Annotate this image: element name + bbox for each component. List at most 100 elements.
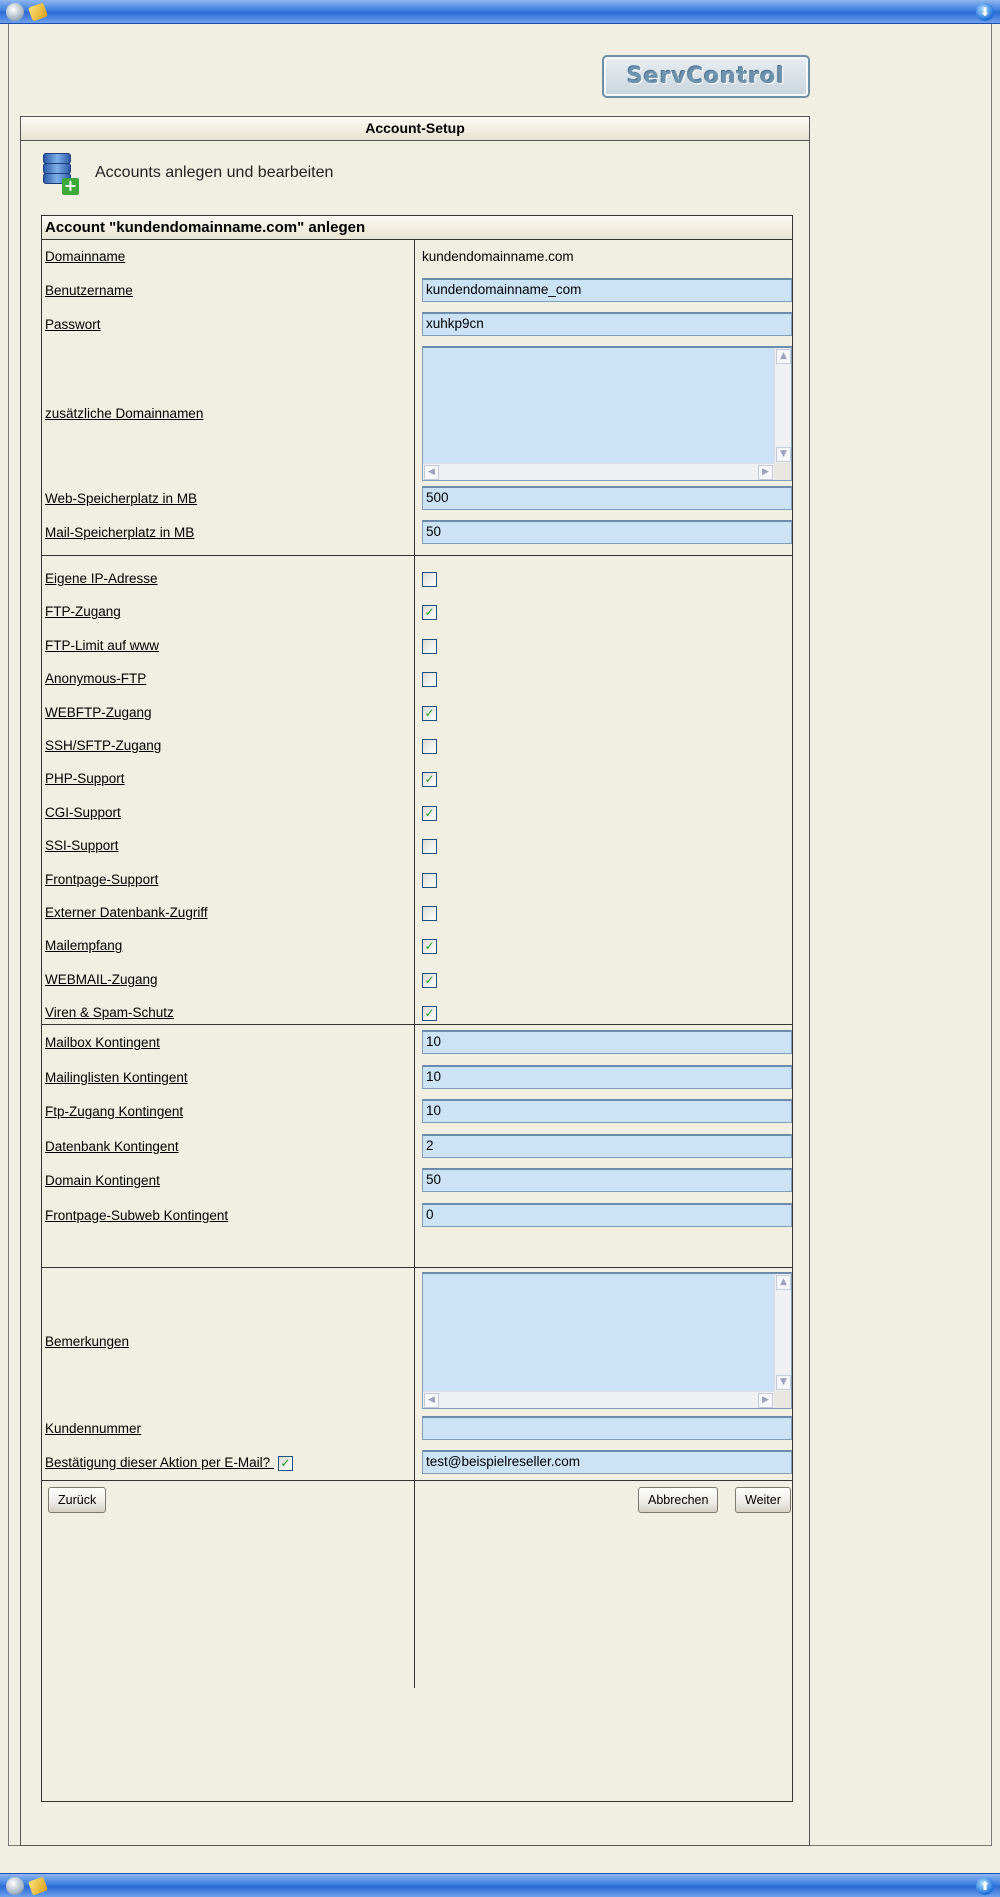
passwort-label[interactable]: Passwort xyxy=(45,317,101,332)
option-checkbox[interactable]: ✓ xyxy=(422,772,437,788)
scroll-up-icon[interactable]: ▲ xyxy=(776,349,791,364)
web-speicherplatz-label[interactable]: Web-Speicherplatz in MB xyxy=(45,491,197,506)
option-label[interactable]: Viren & Spam-Schutz xyxy=(45,1005,174,1020)
bottom-browser-bar: ⬆ xyxy=(0,1873,1000,1897)
account-form: Account "kundendomainname.com" anlegen D… xyxy=(41,215,793,1802)
next-button[interactable]: Weiter xyxy=(735,1487,791,1513)
scroll-left-icon[interactable]: ◀ xyxy=(424,465,439,480)
quota-input[interactable]: 2 xyxy=(422,1133,792,1158)
option-label[interactable]: WEBMAIL-Zugang xyxy=(45,972,158,987)
zusaetzliche-domainnamen-label[interactable]: zusätzliche Domainnamen xyxy=(45,406,203,421)
quota-label[interactable]: Frontpage-Subweb Kontingent xyxy=(45,1208,228,1223)
bemerkungen-textarea[interactable]: ▲ ▼ ◀ ▶ xyxy=(422,1272,792,1409)
column-divider xyxy=(414,556,415,1024)
tools-icon[interactable] xyxy=(28,1876,48,1896)
option-checkbox[interactable] xyxy=(422,638,437,654)
cancel-button[interactable]: Abbrechen xyxy=(638,1487,719,1513)
back-button[interactable]: Zurück xyxy=(48,1487,107,1513)
domainname-value: kundendomainname.com xyxy=(422,249,574,264)
scroll-up-icon[interactable]: ⬆ xyxy=(976,1877,994,1895)
account-setup-panel: Account-Setup + Accounts anlegen und bea… xyxy=(20,116,810,1846)
web-speicherplatz-input[interactable]: 500 xyxy=(422,486,792,510)
option-label[interactable]: CGI-Support xyxy=(45,805,121,820)
column-divider xyxy=(414,240,415,555)
quota-input[interactable]: 50 xyxy=(422,1168,792,1192)
domainname-label[interactable]: Domainname xyxy=(45,249,125,264)
option-checkbox[interactable]: ✓ xyxy=(422,705,437,721)
option-label[interactable]: WEBFTP-Zugang xyxy=(45,705,152,720)
scroll-right-icon[interactable]: ▶ xyxy=(758,465,773,480)
option-label[interactable]: FTP-Zugang xyxy=(45,604,121,619)
panel-title: Account-Setup xyxy=(21,117,809,141)
zusaetzliche-domainnamen-textarea[interactable]: ▲ ▼ ◀ ▶ xyxy=(422,346,792,481)
panel-subtitle: + Accounts anlegen und bearbeiten xyxy=(41,153,334,195)
bemerkungen-label[interactable]: Bemerkungen xyxy=(45,1334,129,1349)
scroll-corner xyxy=(774,1391,791,1408)
quota-label[interactable]: Mailbox Kontingent xyxy=(45,1035,160,1050)
kundennummer-input[interactable] xyxy=(422,1416,792,1440)
option-label[interactable]: PHP-Support xyxy=(45,771,125,786)
benutzername-input[interactable]: kundendomainname_com xyxy=(422,278,792,302)
section-divider xyxy=(42,1267,792,1268)
horizontal-scrollbar[interactable]: ◀ ▶ xyxy=(423,463,774,480)
horizontal-scrollbar[interactable]: ◀ ▶ xyxy=(423,1391,774,1408)
benutzername-label[interactable]: Benutzername xyxy=(45,283,133,298)
option-checkbox[interactable] xyxy=(422,739,437,754)
quota-input[interactable]: 10 xyxy=(422,1064,792,1089)
servcontrol-logo: ServControl xyxy=(602,55,810,98)
bestaetigung-text: Bestätigung dieser Aktion per E-Mail? xyxy=(45,1455,271,1470)
vertical-scrollbar[interactable]: ▲ ▼ xyxy=(774,348,791,463)
kundennummer-label[interactable]: Kundennummer xyxy=(45,1421,141,1436)
option-label[interactable]: SSH/SFTP-Zugang xyxy=(45,738,161,753)
scroll-right-icon[interactable]: ▶ xyxy=(758,1393,773,1408)
quota-input[interactable]: 10 xyxy=(422,1099,792,1123)
option-checkbox[interactable]: ✓ xyxy=(422,605,437,621)
mail-speicherplatz-label[interactable]: Mail-Speicherplatz in MB xyxy=(45,525,194,540)
tools-icon[interactable] xyxy=(28,2,48,22)
form-title: Account "kundendomainname.com" anlegen xyxy=(42,216,792,240)
scroll-up-icon[interactable]: ▲ xyxy=(776,1275,791,1290)
option-label[interactable]: Frontpage-Support xyxy=(45,872,158,887)
column-divider xyxy=(414,1025,415,1267)
option-checkbox[interactable] xyxy=(422,839,437,855)
option-checkbox[interactable]: ✓ xyxy=(422,1006,437,1022)
home-icon[interactable] xyxy=(6,3,24,21)
option-label[interactable]: Anonymous-FTP xyxy=(45,671,146,686)
quota-input[interactable]: 10 xyxy=(422,1030,792,1054)
top-browser-bar: ⬇ xyxy=(0,0,1000,24)
quota-label[interactable]: Domain Kontingent xyxy=(45,1173,160,1188)
scroll-down-icon[interactable]: ▼ xyxy=(776,447,791,462)
passwort-input[interactable]: xuhkp9cn xyxy=(422,312,792,336)
option-label[interactable]: Mailempfang xyxy=(45,938,122,953)
option-label[interactable]: Eigene IP-Adresse xyxy=(45,571,158,586)
quota-input[interactable]: 0 xyxy=(422,1202,792,1227)
scroll-left-icon[interactable]: ◀ xyxy=(424,1393,439,1408)
option-checkbox[interactable]: ✓ xyxy=(422,972,437,988)
option-checkbox[interactable] xyxy=(422,672,437,688)
option-checkbox[interactable] xyxy=(422,572,437,587)
scroll-down-icon[interactable]: ⬇ xyxy=(976,3,994,21)
bestaetigung-label[interactable]: Bestätigung dieser Aktion per E-Mail? ✓ xyxy=(45,1455,293,1471)
section-divider xyxy=(42,1480,792,1481)
option-checkbox[interactable] xyxy=(422,872,437,888)
section-divider xyxy=(42,1024,792,1025)
option-label[interactable]: Externer Datenbank-Zugriff xyxy=(45,905,208,920)
quota-label[interactable]: Datenbank Kontingent xyxy=(45,1139,179,1154)
section-divider xyxy=(42,555,792,556)
quota-label[interactable]: Mailinglisten Kontingent xyxy=(45,1070,188,1085)
quota-label[interactable]: Ftp-Zugang Kontingent xyxy=(45,1104,183,1119)
option-checkbox[interactable]: ✓ xyxy=(422,805,437,821)
database-add-icon: + xyxy=(41,153,79,195)
bestaetigung-email-input[interactable]: test@beispielreseller.com xyxy=(422,1450,792,1474)
option-label[interactable]: SSI-Support xyxy=(45,838,119,853)
scroll-down-icon[interactable]: ▼ xyxy=(776,1375,791,1390)
vertical-scrollbar[interactable]: ▲ ▼ xyxy=(774,1274,791,1391)
subtitle-text: Accounts anlegen und bearbeiten xyxy=(95,164,334,181)
option-checkbox[interactable] xyxy=(422,906,437,921)
bestaetigung-checkbox[interactable]: ✓ xyxy=(277,1455,293,1471)
option-label[interactable]: FTP-Limit auf www xyxy=(45,638,159,653)
mail-speicherplatz-input[interactable]: 50 xyxy=(422,520,792,544)
column-divider xyxy=(414,1268,415,1688)
home-icon[interactable] xyxy=(6,1877,24,1895)
option-checkbox[interactable]: ✓ xyxy=(422,939,437,955)
